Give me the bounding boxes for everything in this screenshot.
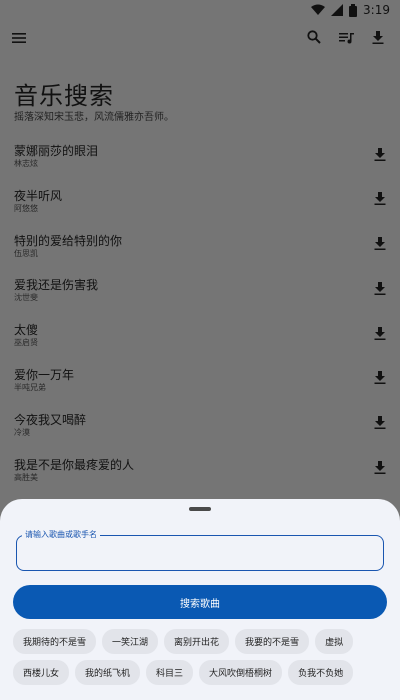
chip-row: 西楼儿女 我的纸飞机 科目三 大风吹倒梧桐树 负我不负她 [13,660,393,685]
search-songs-button[interactable]: 搜索歌曲 [13,585,387,619]
search-field[interactable] [16,535,384,571]
menu-icon [12,29,26,48]
song-title: 蒙娜丽莎的眼泪 [14,144,99,158]
song-list: 蒙娜丽莎的眼泪 林志炫 夜半听风 阿悠悠 特别的爱给特别的你 伍思凯 爱我还是伤害我 沈世斐太… [0,138,400,496]
page-title: 音乐搜索 [14,82,114,110]
suggestion-chip[interactable]: 科目三 [146,660,194,685]
song-artist: 半吨兄弟 [14,382,46,392]
song-row[interactable]: 蒙娜丽莎的眼泪 林志炫 [0,138,400,183]
search-field-label: 请输入歌曲或歌手名 [22,529,100,540]
song-row[interactable]: 爱你一万年 半吨兄弟 [0,362,400,407]
song-artist: 高胜美 [14,472,38,482]
download-icon[interactable] [370,189,390,209]
playlist-button[interactable] [328,20,364,56]
download-button-top[interactable] [360,20,396,56]
suggestion-chip[interactable]: 我期待的不是雪 [13,629,97,654]
playlist-icon [338,29,354,48]
search-input[interactable] [25,544,375,564]
suggestion-chip[interactable]: 西楼儿女 [13,660,70,685]
wifi-icon [311,4,326,16]
song-row[interactable]: 我是不是你最疼爱的人 高胜美 [0,452,400,497]
song-artist: 沈世斐 [14,293,38,303]
suggestion-chip[interactable]: 我的纸飞机 [75,660,141,685]
song-row[interactable]: 爱我还是伤害我 沈世斐 [0,272,400,317]
download-icon[interactable] [370,368,390,388]
song-title: 太傻 [14,323,39,338]
song-row[interactable]: 夜半听风 阿悠悠 [0,183,400,228]
song-artist: 林志炫 [14,159,38,168]
status-bar: 3:19 [0,0,400,20]
song-title: 特别的爱给特别的你 [14,233,123,248]
download-icon[interactable] [370,144,390,164]
page-subtitle: 摇落深知宋玉悲，风流儒雅亦吾师。 [14,112,174,123]
download-icon[interactable] [370,413,390,433]
song-title: 夜半听风 [14,188,63,203]
song-row[interactable]: 特别的爱给特别的你 伍思凯 [0,228,400,273]
app-bar [0,20,400,56]
menu-button[interactable] [1,20,37,56]
song-title: 我是不是你最疼爱的人 [14,457,135,472]
chip-row: 我期待的不是雪 一笑江湖 离别开出花 我要的不是雪 虚拟 [13,629,393,654]
download-icon[interactable] [370,278,390,298]
song-artist: 冷漠 [14,427,30,437]
suggestion-chip[interactable]: 我要的不是雪 [235,629,310,654]
download-icon[interactable] [370,234,390,254]
song-artist: 阿悠悠 [14,203,38,213]
song-row[interactable]: 今夜我又喝醉 冷漠 [0,407,400,452]
search-button-top[interactable] [296,20,332,56]
search-icon [307,29,321,48]
download-icon[interactable] [370,458,390,478]
drag-handle[interactable] [189,507,211,511]
status-time: 3:19 [363,3,390,17]
suggestion-chip[interactable]: 大风吹倒梧桐树 [199,660,283,685]
suggestion-chip[interactable]: 虚拟 [315,629,354,654]
suggestion-chip[interactable]: 负我不负她 [288,660,354,685]
signal-icon [331,4,344,16]
song-row[interactable]: 太傻 巫启贤 [0,317,400,362]
battery-icon [349,3,358,17]
song-title: 爱我还是伤害我 [14,278,99,293]
download-icon[interactable] [370,323,390,343]
suggestion-chips: 我期待的不是雪 一笑江湖 离别开出花 我要的不是雪 虚拟 西楼儿女 我的纸飞机 科目三 大风吹… [13,629,393,691]
suggestion-chip[interactable]: 离别开出花 [164,629,230,654]
suggestion-chip[interactable]: 一笑江湖 [102,629,159,654]
song-title: 今夜我又喝醉 [14,412,87,427]
song-title: 爱你一万年 [14,367,75,382]
song-artist: 伍思凯 [14,248,38,258]
download-icon [372,29,384,48]
song-artist: 巫启贤 [14,338,38,348]
